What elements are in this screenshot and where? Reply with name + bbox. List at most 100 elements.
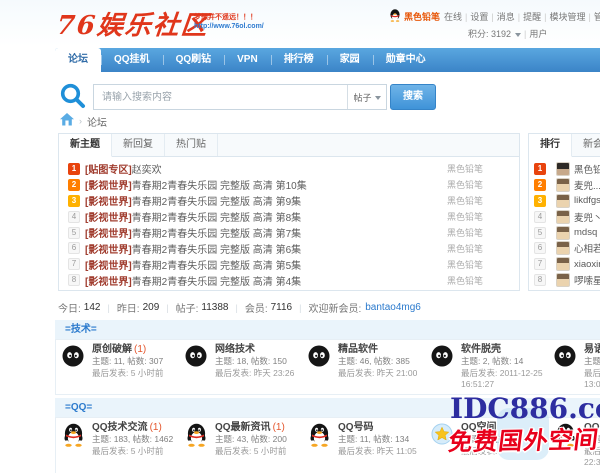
thread-title-link[interactable]: [贴图专区]赵奕欢 (85, 161, 439, 176)
thread-title-link[interactable]: [影视世界]青春期2青春失乐园 完整版 高清 第7集 (85, 225, 439, 240)
thread-author-link[interactable]: 黑色铅笔 (439, 274, 483, 287)
separator: | (544, 12, 546, 22)
nav-tab[interactable]: VPN (224, 48, 271, 72)
breadcrumb-current[interactable]: 论坛 (87, 114, 107, 129)
thread-title-link[interactable]: [影视世界]青春期2青春失乐园 完整版 高清 第6集 (85, 241, 439, 256)
user-link[interactable]: 消息 (497, 12, 515, 22)
user-link[interactable]: 管理中心 (594, 12, 600, 22)
nav-tab[interactable]: 家园 (327, 48, 373, 72)
credit-label[interactable]: 积分: 3192 (468, 27, 511, 40)
member-name-link[interactable]: 黑色铅笔 (574, 162, 600, 176)
forum-name-text: 易语言交流 (584, 344, 600, 355)
member-avatar[interactable] (556, 162, 570, 176)
forum-name-link[interactable]: 原创破解(1) (92, 343, 163, 356)
member-rank-badge: 8 (534, 274, 546, 286)
forum-lastpost: 最后发表: 5 小时前 (215, 446, 287, 458)
forum-name-link[interactable]: 网络技术 (215, 343, 294, 356)
member-name-link[interactable]: mdsq (574, 227, 597, 238)
forum-name-link[interactable]: QQ技术交流(1) (92, 421, 173, 434)
welcome-user-link[interactable]: bantao4mg6 (365, 302, 421, 313)
member-tab[interactable]: 排行 (529, 134, 572, 157)
thread-tab[interactable]: 热门贴 (165, 134, 218, 156)
thread-author-link[interactable]: 黑色铅笔 (439, 178, 483, 191)
site-logo[interactable]: 76娱乐社区 (55, 5, 211, 42)
member-name-link[interactable]: 麦兜...小峰 (574, 178, 600, 192)
qq-penguin-icon[interactable] (308, 423, 332, 447)
forum-info: QQ最新资讯(1)主题: 43, 帖数: 200最后发表: 5 小时前 (215, 421, 287, 473)
search-button[interactable]: 搜索 (390, 84, 436, 110)
member-rank-badge: 3 (534, 195, 546, 207)
thread-row: 2[影视世界]青春期2青春失乐园 完整版 高清 第10集黑色铅笔 (68, 177, 483, 193)
nav-tab[interactable]: 论坛 (55, 48, 101, 72)
nav-tab[interactable]: QQ挂机 (101, 48, 163, 72)
black-face-icon[interactable] (185, 345, 209, 369)
member-avatar[interactable] (556, 257, 570, 271)
forum-name-link[interactable]: QQ号码 (338, 421, 417, 434)
member-rank-badge: 1 (534, 163, 546, 175)
thread-author-link[interactable]: 黑色铅笔 (439, 258, 483, 271)
forum-new-count: (1) (150, 422, 162, 433)
qq-penguin-icon[interactable] (185, 423, 209, 447)
home-icon[interactable] (60, 113, 74, 129)
member-name-link[interactable]: xiaoxing123 (574, 259, 600, 270)
forum-block: 原创破解(1)主题: 11, 帖数: 307最后发表: 5 小时前 (58, 343, 181, 394)
forum-name-link[interactable]: 软件脱壳 (461, 343, 543, 356)
forum-lastpost: 最后发表 (584, 368, 600, 380)
black-face-icon[interactable] (554, 345, 578, 369)
thread-rank-badge: 5 (68, 227, 80, 239)
thread-author-link[interactable]: 黑色铅笔 (439, 226, 483, 239)
forum-name-link[interactable]: 精品软件 (338, 343, 417, 356)
nav-tab[interactable]: 勋章中心 (373, 48, 439, 72)
member-name-link[interactable]: 麦兜丶_A姐 (574, 210, 600, 224)
forum-block: QQ技术交流(1)主题: 183, 帖数: 1462最后发表: 5 小时前 (58, 421, 181, 473)
black-face-icon[interactable] (308, 345, 332, 369)
user-group-label[interactable]: 用户 (529, 27, 547, 40)
thread-title-link[interactable]: [影视世界]青春期2青春失乐园 完整版 高清 第5集 (85, 257, 439, 272)
black-face-icon[interactable] (431, 345, 455, 369)
member-avatar[interactable] (556, 273, 570, 287)
thread-title-link[interactable]: [影视世界]青春期2青春失乐园 完整版 高清 第8集 (85, 209, 439, 224)
member-avatar[interactable] (556, 178, 570, 192)
member-name-link[interactable]: likdfgs (574, 195, 600, 206)
member-avatar[interactable] (556, 210, 570, 224)
black-face-icon[interactable] (62, 345, 86, 369)
user-link[interactable]: 模块管理 (549, 12, 585, 22)
username-link[interactable]: 黑色铅笔 (404, 10, 440, 23)
thread-row: 3[影视世界]青春期2青春失乐园 完整版 高清 第9集黑色铅笔 (68, 193, 483, 209)
member-avatar[interactable] (556, 241, 570, 255)
thread-title-link[interactable]: [影视世界]青春期2青春失乐园 完整版 高清 第9集 (85, 193, 439, 208)
forum-name-link[interactable]: 易语言交流 (584, 343, 600, 356)
thread-title: 青春期2青春失乐园 完整版 高清 第6集 (132, 241, 301, 256)
forum-name-link[interactable]: QQ最新资讯(1) (215, 421, 287, 434)
forum-lastpost: 最后发表: 昨天 21:00 (338, 368, 417, 380)
thread-author-link[interactable]: 黑色铅笔 (439, 162, 483, 175)
search-input[interactable] (94, 85, 347, 109)
member-avatar[interactable] (556, 194, 570, 208)
member-avatar[interactable] (556, 226, 570, 240)
member-row: 3 likdfgs (534, 193, 600, 209)
member-name-link[interactable]: 啰嗦星 (574, 273, 600, 287)
user-link[interactable]: 提醒 (523, 12, 541, 22)
separator: | (518, 12, 520, 22)
thread-tab[interactable]: 新回复 (112, 134, 165, 156)
thread-title-link[interactable]: [影视世界]青春期2青春失乐园 完整版 高清 第4集 (85, 273, 439, 288)
thread-title: 赵奕欢 (132, 161, 162, 176)
thread-author-link[interactable]: 黑色铅笔 (439, 194, 483, 207)
credit-bar: 积分: 3192 | 用户 (468, 27, 547, 40)
thread-author-link[interactable]: 黑色铅笔 (439, 210, 483, 223)
member-row: 7xiaoxing123 (534, 256, 600, 272)
member-tab[interactable]: 新会员 (572, 134, 600, 156)
thread-title-link[interactable]: [影视世界]青春期2青春失乐园 完整版 高清 第10集 (85, 177, 439, 192)
member-rank-badge: 4 (534, 211, 546, 223)
nav-tab[interactable]: 排行榜 (271, 48, 327, 72)
thread-tab[interactable]: 新主题 (59, 134, 112, 157)
nav-tab[interactable]: QQ刷钻 (163, 48, 225, 72)
member-name-link[interactable]: 心相若则不离 (574, 241, 600, 255)
user-link[interactable]: 在线 (444, 12, 462, 22)
thread-author-link[interactable]: 黑色铅笔 (439, 242, 483, 255)
thread-row: 8[影视世界]青春期2青春失乐园 完整版 高清 第4集黑色铅笔 (68, 272, 483, 288)
user-link[interactable]: 设置 (470, 12, 488, 22)
member-panel-tabs: 排行新会员 (529, 134, 600, 157)
qq-penguin-icon[interactable] (62, 423, 86, 447)
search-scope-dropdown[interactable]: 帖子 (347, 85, 386, 109)
